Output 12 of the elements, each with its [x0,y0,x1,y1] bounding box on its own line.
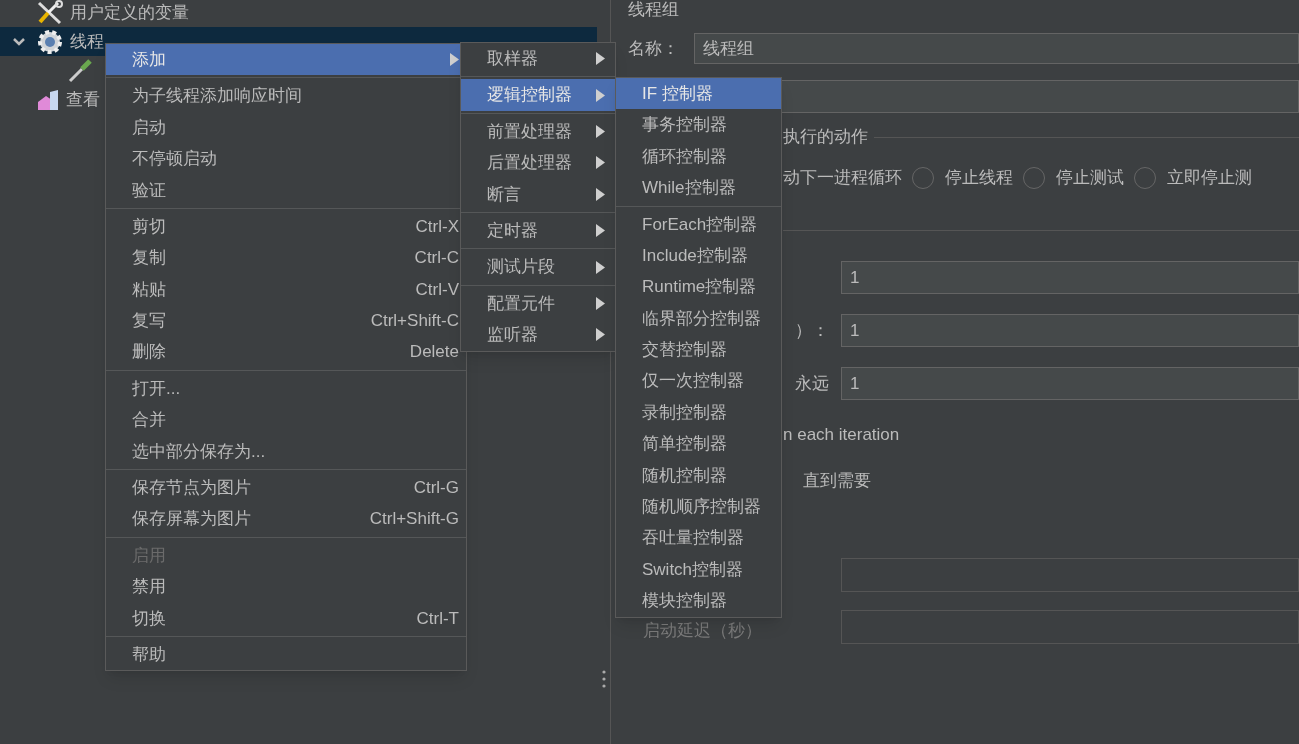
option-label: 动下一进程循环 [783,167,902,190]
tree-item-label: 查看 [66,89,100,110]
field-label: ）： [795,319,829,342]
panel-title: 线程组 [628,0,680,20]
field-label: 永远 [795,372,829,395]
checkbox-label: n each iteration [783,424,901,444]
group-label: 执行的动作 [783,126,868,149]
name-label: 名称： [628,37,680,60]
tree-item-label: 用户定义的变量 [70,2,189,23]
checkbox-label: 直到需要 [803,470,872,490]
tree-item-label: 线程 [70,31,104,52]
field-label: 启动延迟（秒） [643,621,762,641]
